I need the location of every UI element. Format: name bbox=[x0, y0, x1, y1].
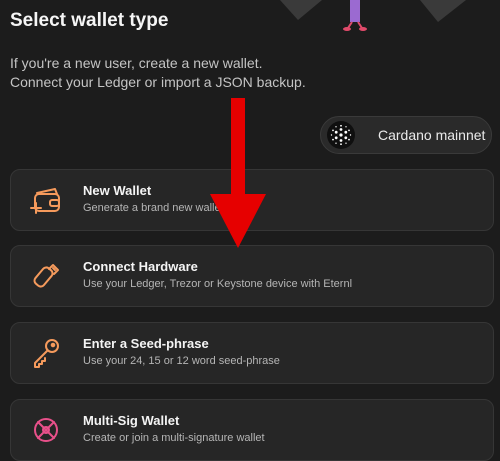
decorative-illustration bbox=[280, 0, 466, 31]
page-title: Select wallet type bbox=[10, 10, 169, 31]
usb-key-icon bbox=[33, 264, 59, 288]
multisig-icon bbox=[34, 418, 58, 442]
multisig-wallet-option[interactable]: Multi-Sig Wallet Create or join a multi-… bbox=[10, 399, 494, 461]
intro-text: If you're a new user, create a new walle… bbox=[10, 54, 340, 92]
option-title: New Wallet bbox=[83, 183, 152, 198]
intro-line-2: Connect your Ledger or import a JSON bac… bbox=[10, 74, 306, 90]
option-title: Connect Hardware bbox=[83, 259, 198, 274]
wallet-add-icon bbox=[30, 188, 60, 214]
option-description: Use your 24, 15 or 12 word seed-phrase bbox=[83, 355, 280, 367]
key-icon bbox=[34, 339, 59, 368]
network-label: Cardano mainnet bbox=[378, 127, 486, 143]
cardano-logo-icon bbox=[327, 121, 355, 149]
option-title: Multi-Sig Wallet bbox=[83, 413, 180, 428]
option-title: Enter a Seed-phrase bbox=[83, 336, 209, 351]
network-selector[interactable]: Cardano mainnet bbox=[320, 116, 492, 154]
seed-phrase-option[interactable]: Enter a Seed-phrase Use your 24, 15 or 1… bbox=[10, 322, 494, 384]
option-description: Use your Ledger, Trezor or Keystone devi… bbox=[83, 278, 353, 290]
connect-hardware-option[interactable]: Connect Hardware Use your Ledger, Trezor… bbox=[10, 245, 494, 307]
option-description: Create or join a multi-signature wallet bbox=[83, 432, 265, 444]
annotation-arrow-icon bbox=[210, 98, 266, 248]
option-description: Generate a brand new wallet bbox=[83, 202, 224, 214]
intro-line-1: If you're a new user, create a new walle… bbox=[10, 55, 263, 71]
